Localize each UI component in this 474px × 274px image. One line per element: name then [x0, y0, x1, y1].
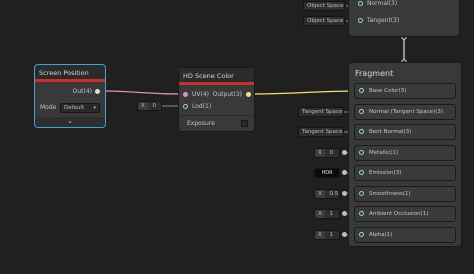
dropdown-arrow-icon: ▾ — [93, 105, 96, 111]
smoothness-port[interactable] — [359, 191, 364, 196]
ambient-occlusion-port[interactable] — [359, 211, 364, 216]
fragment-row-base-color[interactable]: Base Color(3) — [354, 83, 456, 99]
mode-row: Mode — [40, 103, 56, 112]
vertex-tangent-port[interactable] — [358, 18, 363, 23]
fragment-row-smoothness[interactable]: Smoothness(1) — [354, 186, 456, 202]
object-space-field-1[interactable]: Object Space — [303, 1, 345, 11]
screen-position-title: Screen Position — [35, 65, 105, 79]
smoothness-value-field[interactable]: X 0.5 — [314, 189, 340, 199]
normal-space-field[interactable]: Tangent Space — [298, 107, 344, 117]
uv-input-row: UV(4) — [183, 90, 209, 99]
lod-input-row: Lod(1) — [183, 102, 211, 111]
fragment-row-ambient-occlusion[interactable]: Ambient Occlusion(1) — [354, 206, 456, 222]
mode-label: Mode — [40, 104, 57, 111]
uv-port[interactable] — [183, 92, 188, 97]
bent-normal-port[interactable] — [359, 129, 364, 134]
hd-scene-color-node[interactable]: HD Scene Color UV(4) Lod(1) Output(3) Ex… — [178, 67, 255, 132]
vertex-normal-row: Normal(3) — [358, 0, 397, 8]
vertex-tangent-row: Tangent(3) — [358, 16, 399, 25]
lod-value-field[interactable]: X 0 — [137, 101, 162, 111]
fragment-row-alpha[interactable]: Alpha(1) — [354, 227, 456, 243]
hdr-badge: HDR — [315, 169, 339, 177]
metallic-dot[interactable] — [342, 150, 347, 155]
normal-port[interactable] — [359, 109, 364, 114]
alpha-value-field[interactable]: X 1 — [314, 230, 340, 240]
vertex-normal-port[interactable] — [358, 1, 363, 6]
hd-scene-color-accent — [179, 82, 254, 85]
screen-position-output-row: Out(4) — [73, 87, 100, 96]
screen-position-out-port[interactable] — [95, 89, 100, 94]
smoothness-dot[interactable] — [342, 191, 347, 196]
emission-port[interactable] — [359, 170, 364, 175]
fragment-title: Fragment — [355, 69, 394, 78]
wire-output-to-basecolor — [247, 90, 363, 95]
ambient-occlusion-value-field[interactable]: X 1 — [314, 209, 340, 219]
expand-chevron-icon[interactable]: ⌄ — [35, 117, 105, 127]
emission-dot[interactable] — [342, 170, 347, 175]
alpha-port[interactable] — [359, 232, 364, 237]
exposure-checkbox[interactable] — [241, 120, 248, 127]
lod-port[interactable] — [183, 104, 188, 109]
bent-normal-space-field[interactable]: Tangent Space — [298, 127, 344, 137]
mode-dropdown[interactable]: Default ▾ — [60, 103, 100, 113]
object-space-field-2[interactable]: Object Space — [303, 16, 345, 26]
metallic-value-field[interactable]: X 0 — [314, 148, 340, 158]
base-color-port[interactable] — [359, 88, 364, 93]
screen-position-accent — [35, 79, 105, 82]
output-row: Output(3) — [213, 90, 251, 99]
exposure-row: Exposure — [187, 120, 215, 127]
hd-scene-color-title: HD Scene Color — [179, 68, 254, 82]
emission-color-field[interactable]: HDR — [314, 168, 340, 178]
fragment-row-emission[interactable]: Emission(3) — [354, 165, 456, 181]
node-separator — [179, 115, 254, 116]
ambient-occlusion-dot[interactable] — [342, 211, 347, 216]
screen-position-node[interactable]: Screen Position Out(4) Mode Default ▾ ⌄ — [34, 64, 106, 128]
fragment-row-normal[interactable]: Normal (Tangent Space)(3) — [354, 104, 456, 120]
fragment-row-bent-normal[interactable]: Bent Normal(3) — [354, 124, 456, 140]
metallic-port[interactable] — [359, 150, 364, 155]
wire-screenpos-to-uv — [98, 90, 184, 95]
output-port[interactable] — [246, 92, 251, 97]
fragment-row-metallic[interactable]: Metallic(1) — [354, 145, 456, 161]
alpha-dot[interactable] — [342, 232, 347, 237]
